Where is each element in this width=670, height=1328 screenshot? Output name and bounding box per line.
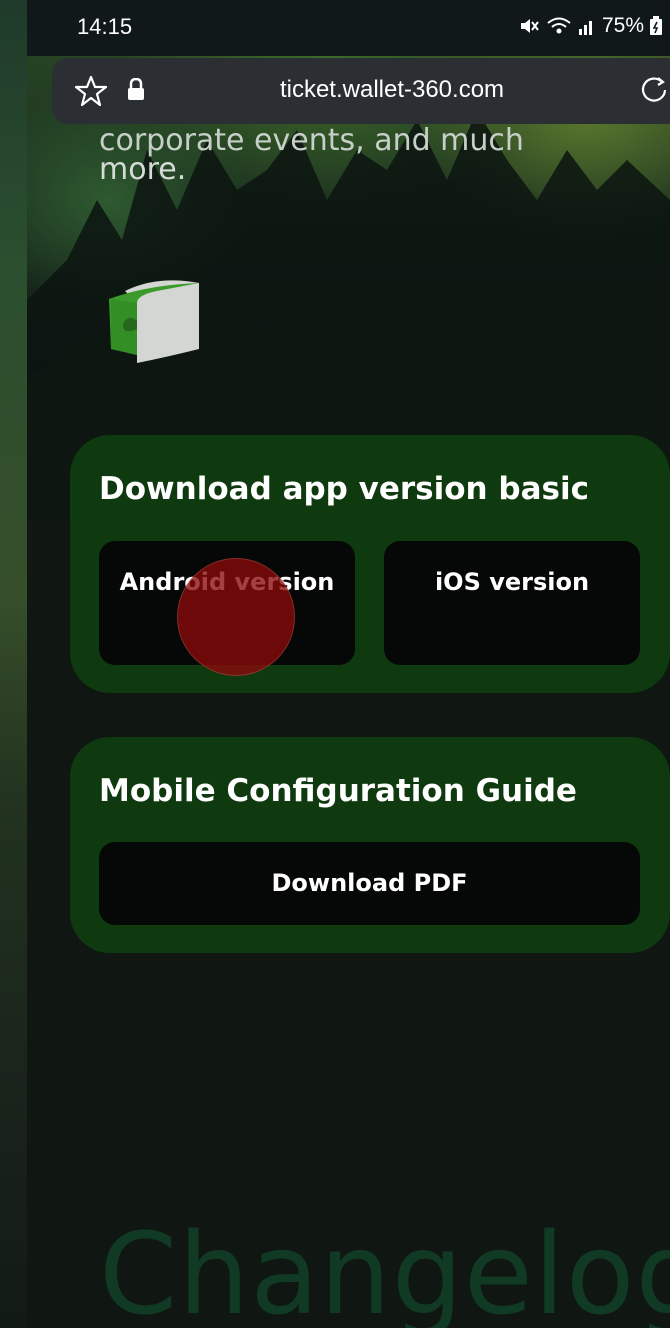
wifi-icon	[547, 17, 571, 34]
android-version-label: Android version	[119, 568, 335, 596]
battery-percentage: 75%	[601, 14, 644, 37]
android-version-button[interactable]: Android version	[99, 541, 355, 665]
address-bar[interactable]: ticket.wallet-360.com	[52, 58, 670, 124]
mute-icon	[520, 19, 539, 33]
status-indicators: 75%	[518, 14, 662, 38]
url-text[interactable]: ticket.wallet-360.com	[52, 76, 670, 104]
download-pdf-button[interactable]: Download PDF	[99, 842, 640, 925]
phone-screen: corporate events, and much 14:15 75% tic…	[27, 0, 670, 1328]
ios-version-button[interactable]: iOS version	[384, 541, 640, 665]
ios-version-label: iOS version	[434, 568, 590, 596]
signal-icon	[578, 21, 592, 35]
reload-icon[interactable]	[636, 72, 670, 108]
changelog-heading: Changelog	[99, 1210, 670, 1328]
background-edge	[0, 0, 27, 1328]
status-time: 14:15	[77, 14, 133, 39]
hero-text-end: more.	[99, 152, 187, 187]
configuration-guide-card: Mobile Configuration Guide Download PDF	[70, 737, 670, 953]
wallet-logo-icon	[109, 280, 199, 363]
status-bar: 14:15 75%	[27, 0, 670, 56]
battery-icon	[650, 16, 662, 35]
download-app-title: Download app version basic	[99, 471, 589, 507]
configuration-guide-title: Mobile Configuration Guide	[99, 773, 577, 809]
download-app-card: Download app version basic Android versi…	[70, 435, 670, 693]
download-pdf-label: Download PDF	[271, 869, 468, 897]
